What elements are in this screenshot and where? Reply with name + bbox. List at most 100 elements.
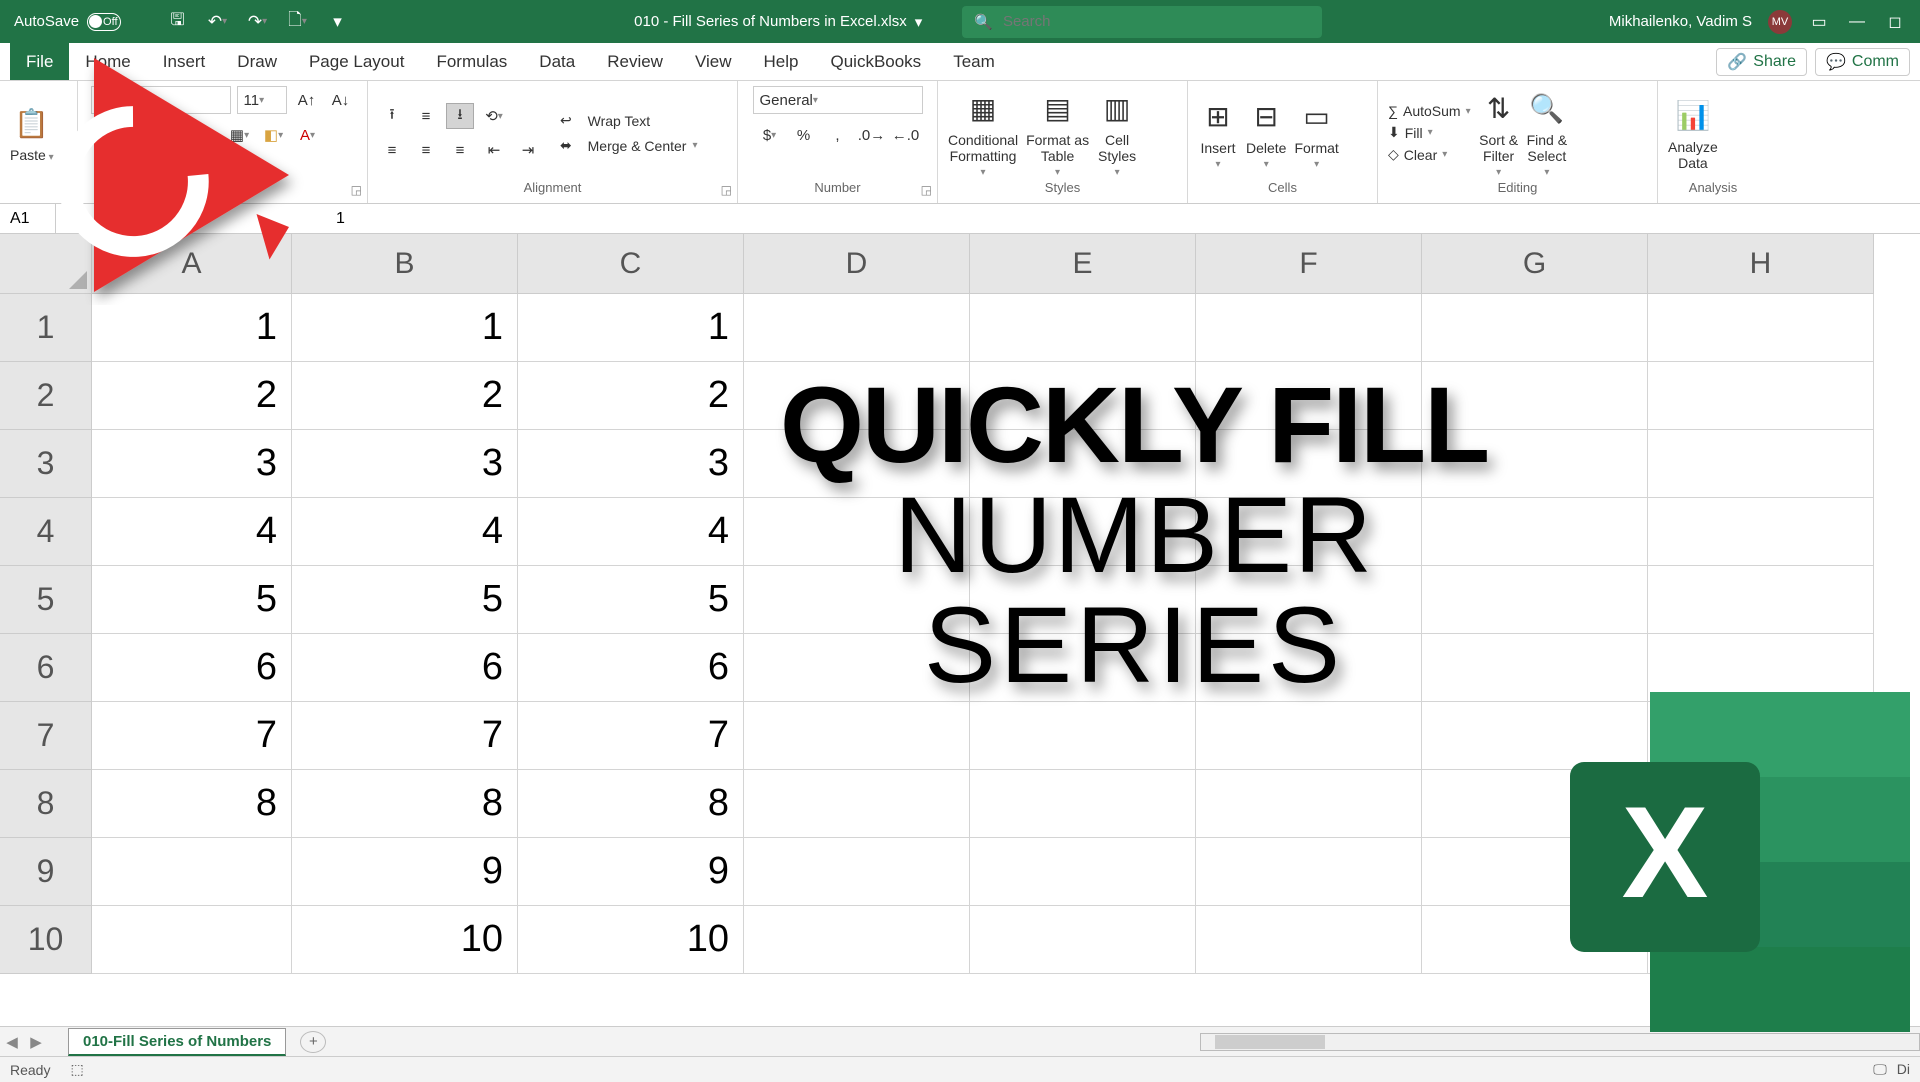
menu-tab-page-layout[interactable]: Page Layout	[293, 43, 420, 80]
cell-G2[interactable]	[1422, 362, 1648, 430]
cell-C2[interactable]: 2	[518, 362, 744, 430]
align-right-icon[interactable]: ≡	[446, 137, 474, 163]
col-header-B[interactable]: B	[292, 234, 518, 294]
sort-filter-button[interactable]: ⇅Sort & Filter	[1479, 89, 1519, 178]
col-header-H[interactable]: H	[1648, 234, 1874, 294]
comma-icon[interactable]: ,	[824, 122, 852, 148]
currency-icon[interactable]: $	[756, 122, 784, 148]
redo-icon[interactable]: ↷	[248, 12, 268, 32]
align-bottom-icon[interactable]: ⭳	[446, 103, 474, 129]
cell-H1[interactable]	[1648, 294, 1874, 362]
font-size-select[interactable]: 11	[237, 86, 287, 114]
paste-button[interactable]: 📋Paste	[10, 104, 54, 163]
cell-H10[interactable]	[1648, 906, 1874, 974]
cell-C7[interactable]: 7	[518, 702, 744, 770]
cell-H5[interactable]	[1648, 566, 1874, 634]
row-header-10[interactable]: 10	[0, 906, 92, 974]
cell-H7[interactable]	[1648, 702, 1874, 770]
decrease-decimal-icon[interactable]: ←.0	[892, 122, 920, 148]
filename[interactable]: 010 - Fill Series of Numbers in Excel.xl…	[634, 13, 922, 31]
cell-D4[interactable]	[744, 498, 970, 566]
cell-E1[interactable]	[970, 294, 1196, 362]
save-icon[interactable]: 🖫	[168, 12, 188, 32]
font-dialog-icon[interactable]: ◲	[351, 183, 362, 197]
ribbon-display-icon[interactable]: ▭	[1808, 12, 1830, 32]
cell-F5[interactable]	[1196, 566, 1422, 634]
number-format-select[interactable]: General	[753, 86, 923, 114]
cell-B5[interactable]: 5	[292, 566, 518, 634]
col-header-G[interactable]: G	[1422, 234, 1648, 294]
cell-B6[interactable]: 6	[292, 634, 518, 702]
bold-button[interactable]: B	[124, 122, 152, 148]
row-header-6[interactable]: 6	[0, 634, 92, 702]
decrease-font-icon[interactable]: A↓	[327, 87, 355, 113]
cell-A1[interactable]: 1	[92, 294, 292, 362]
cell-C1[interactable]: 1	[518, 294, 744, 362]
increase-decimal-icon[interactable]: .0→	[858, 122, 886, 148]
cell-C4[interactable]: 4	[518, 498, 744, 566]
menu-tab-formulas[interactable]: Formulas	[420, 43, 523, 80]
cell-A5[interactable]: 5	[92, 566, 292, 634]
search-input[interactable]	[1003, 13, 1310, 30]
macro-record-icon[interactable]: ⬚	[70, 1061, 83, 1078]
cell-G7[interactable]	[1422, 702, 1648, 770]
cell-F1[interactable]	[1196, 294, 1422, 362]
cell-D10[interactable]	[744, 906, 970, 974]
menu-tab-home[interactable]: Home	[69, 43, 146, 80]
fill-button[interactable]: ⬇Fill	[1388, 124, 1471, 141]
cell-styles-button[interactable]: ▥Cell Styles	[1097, 89, 1137, 178]
cell-H8[interactable]	[1648, 770, 1874, 838]
col-header-E[interactable]: E	[970, 234, 1196, 294]
row-header-4[interactable]: 4	[0, 498, 92, 566]
user-name[interactable]: Mikhailenko, Vadim S	[1609, 13, 1752, 30]
cell-F10[interactable]	[1196, 906, 1422, 974]
format-as-table-button[interactable]: ▤Format as Table	[1026, 89, 1089, 178]
qat-customize-icon[interactable]: ▾	[328, 12, 348, 32]
cell-B9[interactable]: 9	[292, 838, 518, 906]
cell-A6[interactable]: 6	[92, 634, 292, 702]
cell-E9[interactable]	[970, 838, 1196, 906]
horizontal-scrollbar[interactable]	[1200, 1033, 1920, 1051]
comments-button[interactable]: 💬Comm	[1815, 48, 1910, 76]
cell-B7[interactable]: 7	[292, 702, 518, 770]
cell-C5[interactable]: 5	[518, 566, 744, 634]
cell-E6[interactable]	[970, 634, 1196, 702]
row-header-7[interactable]: 7	[0, 702, 92, 770]
select-all-corner[interactable]	[0, 234, 92, 294]
wrap-text-button[interactable]: ↩ Wrap Text	[560, 112, 697, 129]
worksheet[interactable]: 12345678910 ABCDEFGH 1112223334445556667…	[0, 234, 1920, 1026]
menu-tab-draw[interactable]: Draw	[221, 43, 293, 80]
cell-E4[interactable]	[970, 498, 1196, 566]
cell-A10[interactable]	[92, 906, 292, 974]
share-button[interactable]: 🔗Share	[1716, 48, 1807, 76]
cell-B3[interactable]: 3	[292, 430, 518, 498]
cell-G9[interactable]	[1422, 838, 1648, 906]
cell-H3[interactable]	[1648, 430, 1874, 498]
align-left-icon[interactable]: ≡	[378, 137, 406, 163]
cell-C6[interactable]: 6	[518, 634, 744, 702]
insert-cells-button[interactable]: ⊞Insert	[1198, 97, 1238, 170]
user-avatar[interactable]: MV	[1768, 10, 1792, 34]
sheet-nav-prev[interactable]: ◀	[0, 1033, 24, 1051]
cell-E10[interactable]	[970, 906, 1196, 974]
clear-button[interactable]: ◇Clear	[1388, 146, 1471, 163]
cell-E5[interactable]	[970, 566, 1196, 634]
new-file-icon[interactable]: 🗋	[288, 12, 308, 32]
cell-G3[interactable]	[1422, 430, 1648, 498]
cell-D3[interactable]	[744, 430, 970, 498]
row-header-5[interactable]: 5	[0, 566, 92, 634]
cell-E7[interactable]	[970, 702, 1196, 770]
autosave-control[interactable]: AutoSave Off	[0, 13, 154, 31]
autosum-button[interactable]: ∑AutoSum	[1388, 103, 1471, 119]
cell-B1[interactable]: 1	[292, 294, 518, 362]
cell-B2[interactable]: 2	[292, 362, 518, 430]
cell-C8[interactable]: 8	[518, 770, 744, 838]
cell-F3[interactable]	[1196, 430, 1422, 498]
menu-tab-help[interactable]: Help	[748, 43, 815, 80]
sheet-tab-active[interactable]: 010-Fill Series of Numbers	[68, 1028, 286, 1056]
cell-F6[interactable]	[1196, 634, 1422, 702]
orientation-icon[interactable]: ⟲	[480, 103, 508, 129]
cell-D2[interactable]	[744, 362, 970, 430]
percent-icon[interactable]: %	[790, 122, 818, 148]
cell-C3[interactable]: 3	[518, 430, 744, 498]
